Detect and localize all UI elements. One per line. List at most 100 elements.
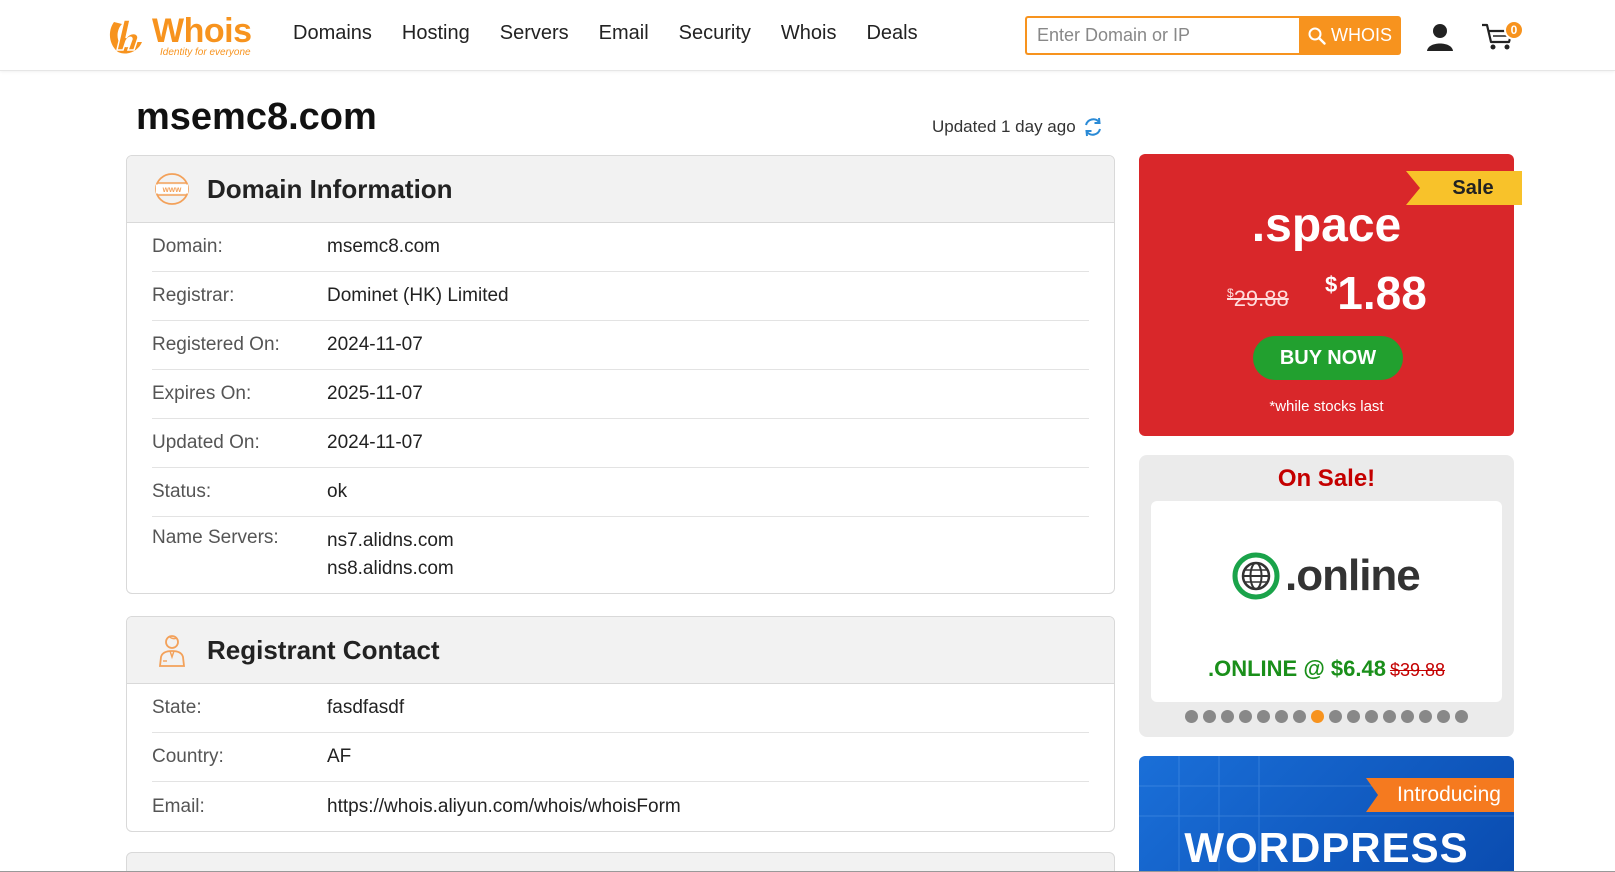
domain-information-header: www Domain Information [127, 156, 1114, 223]
page-title: msemc8.com [136, 96, 377, 138]
info-label: Email: [152, 795, 205, 817]
introducing-ribbon: Introducing [1366, 778, 1514, 812]
carousel-dot[interactable] [1221, 710, 1234, 723]
www-globe-icon: www [155, 173, 189, 205]
info-row: State: fasdfasdf [152, 684, 1089, 733]
info-row: Status: ok [152, 468, 1089, 517]
info-row: Registered On: 2024-11-07 [152, 321, 1089, 370]
online-old-price: $39.88 [1389, 660, 1446, 680]
search-input[interactable] [1025, 16, 1299, 55]
info-label: State: [152, 697, 202, 718]
search-bar: WHOIS [1025, 16, 1401, 55]
carousel-dot[interactable] [1203, 710, 1216, 723]
online-price-text: .ONLINE @ $6.48 [1207, 656, 1386, 681]
main-nav: Domains Hosting Servers Email Security W… [293, 22, 918, 45]
search-icon [1308, 27, 1326, 45]
carousel-dot[interactable] [1275, 710, 1288, 723]
site-header: Whois Identity for everyone Domains Host… [0, 0, 1615, 71]
next-section-card [126, 852, 1115, 872]
old-currency: $ [1227, 286, 1234, 300]
info-label: Domain: [152, 236, 223, 257]
carousel-dot[interactable] [1419, 710, 1432, 723]
cart-count-badge: 0 [1504, 20, 1524, 40]
info-value: fasdfasdf [327, 697, 405, 718]
domain-information-card: www Domain Information Domain: msemc8.com… [126, 155, 1115, 594]
domain-information-title: Domain Information [207, 173, 453, 204]
name-server: ns7.alidns.com [327, 530, 454, 551]
carousel-dot[interactable] [1293, 710, 1306, 723]
carousel-dot[interactable] [1185, 710, 1198, 723]
info-label: Updated On: [152, 432, 260, 453]
space-sale-promo[interactable]: Sale .space $29.88 $1.88 BUY NOW *while … [1139, 154, 1522, 436]
name-servers-list: ns7.alidns.com ns8.alidns.com [327, 527, 454, 583]
logo-mark-icon [109, 19, 142, 54]
info-value: AF [327, 746, 352, 767]
promo-new-price: $1.88 [1325, 266, 1427, 320]
carousel-dot[interactable] [1383, 710, 1396, 723]
nav-hosting[interactable]: Hosting [402, 22, 470, 45]
name-server: ns8.alidns.com [327, 558, 454, 579]
wordpress-banner[interactable]: Introducing WORDPRESS [1139, 756, 1514, 872]
registrant-contact-header: Registrant Contact [127, 617, 1114, 684]
logo-tagline: Identity for everyone [160, 47, 251, 58]
nav-email[interactable]: Email [599, 22, 649, 45]
info-value: 2024-11-07 [327, 334, 423, 355]
carousel-dot[interactable] [1239, 710, 1252, 723]
info-row: Registrar: Dominet (HK) Limited [152, 272, 1089, 321]
person-contact-icon [158, 635, 186, 667]
info-value: 2025-11-07 [327, 383, 423, 404]
nav-security[interactable]: Security [679, 22, 751, 45]
nav-servers[interactable]: Servers [500, 22, 569, 45]
info-value: msemc8.com [327, 236, 440, 257]
online-price: .ONLINE @ $6.48 $39.88 [1151, 656, 1502, 682]
info-label: Country: [152, 746, 224, 767]
promo-old-price: $29.88 [1227, 286, 1289, 312]
old-price-value: 29.88 [1233, 286, 1289, 311]
buy-now-button[interactable]: BUY NOW [1253, 336, 1403, 380]
nav-deals[interactable]: Deals [866, 22, 917, 45]
info-label: Status: [152, 481, 212, 502]
info-label: Expires On: [152, 383, 252, 404]
user-account-icon[interactable] [1425, 22, 1455, 52]
carousel-dot[interactable] [1311, 710, 1324, 723]
info-row: Email: https://whois.aliyun.com/whois/who… [152, 782, 1089, 831]
info-row: Expires On: 2025-11-07 [152, 370, 1089, 419]
registrant-contact-title: Registrant Contact [207, 634, 440, 665]
registrant-contact-card: Registrant Contact State: fasdfasdf Count… [126, 616, 1115, 832]
nav-domains[interactable]: Domains [293, 22, 372, 45]
whois-logo[interactable]: Whois Identity for everyone [106, 12, 266, 60]
carousel-dot[interactable] [1437, 710, 1450, 723]
promo-tld: .space [1251, 199, 1402, 252]
carousel-dot[interactable] [1401, 710, 1414, 723]
svg-text:www: www [162, 185, 182, 194]
info-value: 2024-11-07 [327, 432, 423, 453]
carousel-dot[interactable] [1257, 710, 1270, 723]
info-value: ok [327, 481, 348, 502]
info-label: Registrar: [152, 285, 235, 306]
info-label: Registered On: [152, 334, 280, 355]
globe-icon [1232, 552, 1280, 600]
carousel-dot[interactable] [1347, 710, 1360, 723]
whois-search-button[interactable]: WHOIS [1299, 16, 1401, 55]
refresh-icon[interactable] [1082, 116, 1104, 138]
updated-status: Updated 1 day ago [932, 116, 1104, 138]
name-servers-row: Name Servers: ns7.alidns.com ns8.alidns.… [152, 517, 1089, 593]
carousel-dot[interactable] [1365, 710, 1378, 723]
new-currency: $ [1325, 272, 1338, 297]
carousel-dot[interactable] [1455, 710, 1468, 723]
nav-whois[interactable]: Whois [781, 22, 837, 45]
stocks-note: *while stocks last [1269, 398, 1384, 415]
info-row: Updated On: 2024-11-07 [152, 419, 1089, 468]
wordpress-text: WORDPRESS [1184, 824, 1469, 871]
on-sale-title: On Sale! [1277, 465, 1376, 492]
search-button-label: WHOIS [1331, 25, 1392, 45]
registrant-contact-rows: State: fasdfasdf Country: AF Email: https:/… [127, 684, 1114, 831]
online-logo-word: .online [1285, 551, 1421, 600]
on-sale-carousel: On Sale! .online .ONLINE @ $6.48 $39.88 [1139, 455, 1514, 737]
carousel-slide[interactable]: .online .ONLINE @ $6.48 $39.88 [1151, 501, 1502, 702]
carousel-dots [1139, 710, 1514, 723]
info-row: Domain: msemc8.com [152, 223, 1089, 272]
logo-word: Whois [152, 12, 252, 50]
new-price-value: 1.88 [1337, 267, 1427, 319]
carousel-dot[interactable] [1329, 710, 1342, 723]
